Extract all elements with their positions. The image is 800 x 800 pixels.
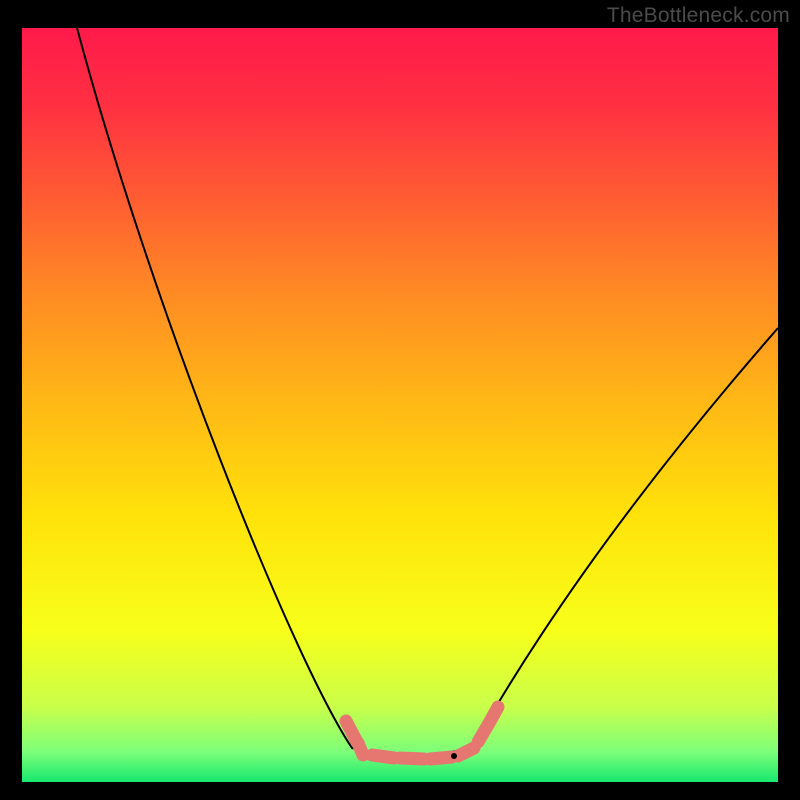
highlight-dash	[358, 743, 363, 755]
chart-stage: TheBottleneck.com	[0, 0, 800, 800]
plot-area	[22, 28, 778, 782]
highlight-dash	[400, 758, 424, 759]
gradient-background	[22, 28, 778, 782]
highlight-dash	[346, 721, 356, 740]
highlight-dash	[493, 707, 498, 716]
highlight-dash	[372, 755, 394, 758]
plot-svg	[22, 28, 778, 782]
highlight-dash	[430, 757, 452, 759]
min-marker-dot	[451, 753, 457, 759]
highlight-dash	[458, 748, 474, 756]
watermark-text: TheBottleneck.com	[607, 4, 790, 28]
